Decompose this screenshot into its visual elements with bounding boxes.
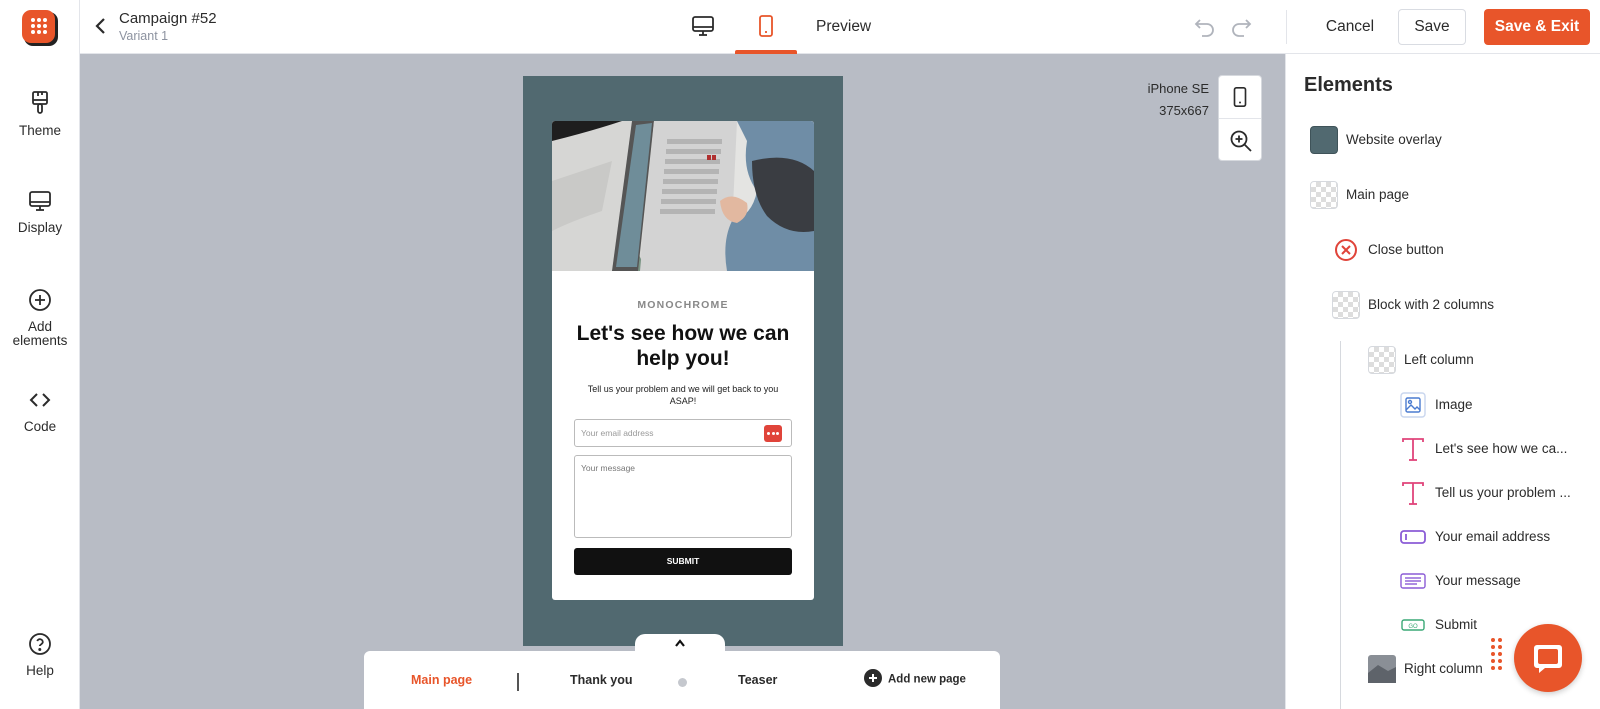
element-label: Let's see how we ca... xyxy=(1435,441,1568,456)
element-label: Submit xyxy=(1435,617,1478,632)
tab-separator xyxy=(517,673,519,691)
transparent-icon xyxy=(1332,291,1360,319)
drag-handle-icon[interactable] xyxy=(1490,638,1506,676)
element-label: Main page xyxy=(1346,187,1410,202)
variant-label: Variant 1 xyxy=(119,29,169,43)
zoom-in-icon xyxy=(1230,130,1252,152)
monitor-icon xyxy=(29,191,51,211)
rail-item-code[interactable]: Code xyxy=(0,388,80,434)
hero-image[interactable] xyxy=(552,121,814,271)
redo-icon[interactable] xyxy=(1228,14,1254,40)
app-logo-icon[interactable] xyxy=(21,9,59,47)
rail-item-add-elements[interactable]: Add elements xyxy=(0,288,80,348)
rail-item-theme[interactable]: Theme xyxy=(0,90,80,138)
page-tabs-bar: Main page Thank you Teaser Add new page xyxy=(364,651,1000,709)
rail-label-help: Help xyxy=(26,663,54,678)
mobile-icon xyxy=(759,15,773,37)
rail-item-display[interactable]: Display xyxy=(0,189,80,235)
device-select-button[interactable] xyxy=(1219,76,1261,118)
element-label: Image xyxy=(1435,397,1473,412)
campaign-title: Campaign #52 xyxy=(119,10,217,27)
popup-subtext: Tell us your problem and we will get bac… xyxy=(587,384,779,406)
chat-bubble-icon xyxy=(1534,645,1562,673)
email-field[interactable]: Your email address xyxy=(574,419,792,447)
svg-text:GO: GO xyxy=(1408,624,1418,630)
mobile-icon xyxy=(1233,87,1247,107)
transparent-icon xyxy=(1368,346,1396,374)
preview-button[interactable]: Preview xyxy=(816,18,871,36)
element-label: Right column xyxy=(1404,661,1483,676)
close-circle-icon xyxy=(1335,239,1357,261)
text-icon xyxy=(1402,438,1424,461)
message-field[interactable]: Your message xyxy=(574,455,792,538)
plus-circle-icon xyxy=(29,289,51,311)
tab-main-page[interactable]: Main page xyxy=(411,673,472,687)
rail-label-display: Display xyxy=(17,220,63,235)
textarea-icon xyxy=(1400,573,1426,589)
code-icon xyxy=(29,393,51,407)
rail-item-help[interactable]: Help xyxy=(0,632,80,678)
editor-canvas: MONOCHROME Let's see how we can help you… xyxy=(80,54,1285,709)
message-placeholder: Your message xyxy=(581,463,636,473)
toolbar-divider xyxy=(1286,10,1287,44)
mobile-view-button[interactable] xyxy=(735,0,797,54)
tab-separator-dot xyxy=(678,678,687,687)
element-label: Your email address xyxy=(1435,529,1551,544)
chevron-up-icon xyxy=(675,639,685,647)
website-overlay[interactable]: MONOCHROME Let's see how we can help you… xyxy=(523,76,843,646)
submit-button[interactable]: SUBMIT xyxy=(574,548,792,575)
popup-main-page[interactable]: MONOCHROME Let's see how we can help you… xyxy=(552,121,814,600)
panel-title: Elements xyxy=(1304,74,1393,96)
save-button[interactable]: Save xyxy=(1398,9,1466,45)
element-label: Block with 2 columns xyxy=(1368,297,1495,312)
rail-label-code: Code xyxy=(23,419,57,434)
canvas-tools xyxy=(1218,75,1262,161)
input-icon xyxy=(1400,530,1426,544)
tab-teaser[interactable]: Teaser xyxy=(738,673,777,687)
back-arrow-icon[interactable] xyxy=(90,14,114,38)
left-rail: Theme Display Add elements Code Help xyxy=(0,0,80,709)
save-and-exit-button[interactable]: Save & Exit xyxy=(1484,9,1590,45)
element-label: Tell us your problem ... xyxy=(1435,485,1571,500)
top-bar: Campaign #52 Variant 1 Preview Cancel Sa… xyxy=(80,0,1600,54)
email-placeholder: Your email address xyxy=(581,428,654,438)
transparent-icon xyxy=(1310,181,1338,209)
plus-circle-icon xyxy=(864,669,882,687)
password-manager-icon[interactable] xyxy=(764,425,782,442)
image-thumb-icon xyxy=(1368,655,1396,683)
element-label: Close button xyxy=(1368,242,1444,257)
paintbrush-icon xyxy=(32,91,48,114)
device-size: 375x667 xyxy=(1159,103,1209,118)
add-new-page-label: Add new page xyxy=(888,673,966,686)
image-icon xyxy=(1400,392,1426,418)
add-new-page-button[interactable]: Add new page xyxy=(864,669,966,687)
tab-thank-you[interactable]: Thank you xyxy=(570,673,633,687)
help-circle-icon xyxy=(29,633,51,655)
zoom-button[interactable] xyxy=(1219,118,1261,160)
color-swatch-icon xyxy=(1310,126,1338,154)
device-name: iPhone SE xyxy=(1147,81,1209,96)
elements-panel: Elements Website overlay Main page Close… xyxy=(1285,54,1600,709)
element-label: Left column xyxy=(1404,352,1474,367)
element-label: Your message xyxy=(1435,573,1521,588)
rail-label-theme: Theme xyxy=(18,123,62,138)
button-icon: GO xyxy=(1401,619,1425,631)
element-label: Website overlay xyxy=(1346,132,1442,147)
text-icon xyxy=(1402,482,1424,505)
chat-widget-button[interactable] xyxy=(1514,624,1582,692)
desktop-icon xyxy=(692,16,714,36)
brand-label: MONOCHROME xyxy=(637,299,729,311)
desktop-view-button[interactable] xyxy=(672,0,734,54)
tree-guide-line xyxy=(1340,341,1341,709)
rail-label-add-elements: Add elements xyxy=(12,319,68,348)
device-info: iPhone SE 375x667 xyxy=(1148,78,1209,122)
cancel-button[interactable]: Cancel xyxy=(1306,9,1394,45)
undo-icon[interactable] xyxy=(1192,14,1218,40)
popup-headline: Let's see how we can help you! xyxy=(576,322,790,370)
